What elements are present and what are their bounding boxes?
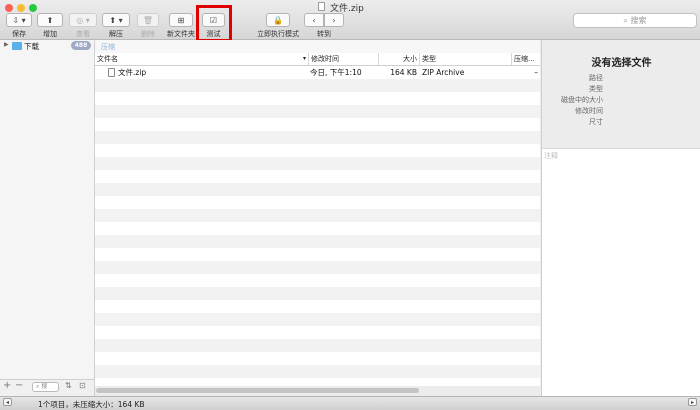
sort-icon[interactable]: ⇅ <box>65 381 72 390</box>
info-field-disk-size: 磁盘中的大小 <box>561 96 603 104</box>
column-title: 文件名 <box>97 55 118 63</box>
back-button[interactable]: ‹ <box>304 13 324 27</box>
save-label: 保存 <box>12 30 26 38</box>
highlight-box <box>196 5 232 42</box>
extract-label: 解压 <box>109 30 123 38</box>
chevron-right-icon: ▸ <box>690 399 694 406</box>
file-size: 164 KB <box>390 68 417 77</box>
path-bar: 压缩 <box>95 40 540 54</box>
column-header-modified[interactable]: 修改时间 <box>309 53 379 65</box>
chevron-left-icon: ‹ <box>312 15 316 25</box>
folder-icon <box>12 42 22 50</box>
chevron-down-icon: ▾ <box>302 55 306 62</box>
file-type: ZIP Archive <box>422 68 465 77</box>
view-button[interactable]: ◎ ▾ <box>69 13 97 27</box>
info-field-path: 路径 <box>589 74 603 82</box>
sidebar <box>0 40 95 380</box>
close-window-button[interactable] <box>5 4 13 12</box>
count-badge: 488 <box>71 41 91 50</box>
sidebar-item-label: 下载 <box>24 42 39 51</box>
file-name: 文件.zip <box>118 68 147 77</box>
zoom-window-button[interactable] <box>29 4 37 12</box>
forward-button[interactable]: › <box>324 13 344 27</box>
settings-icon[interactable]: ⊡ <box>79 381 86 390</box>
path-label: 压缩 <box>101 43 115 51</box>
info-field-type: 类型 <box>589 85 603 93</box>
new-folder-icon: ⊞ <box>177 15 185 25</box>
delete-label: 删除 <box>141 30 155 38</box>
search-icon: ⌕ <box>36 383 40 390</box>
extract-button[interactable]: ⬆ ▾ <box>102 13 130 27</box>
search-icon: ⌕ <box>623 15 631 25</box>
file-list <box>95 66 540 386</box>
eye-icon: ◎ ▾ <box>76 15 90 25</box>
notes-field[interactable]: 注释 <box>541 149 700 396</box>
add-label: 增加 <box>43 30 57 38</box>
new-folder-button[interactable]: ⊞ <box>169 13 193 27</box>
sidebar-search-placeholder: 搜 <box>41 383 48 390</box>
column-header-size[interactable]: 大小 <box>379 53 420 65</box>
status-bar: 1个项目，未压缩大小：164 KB <box>0 396 700 410</box>
column-header-type[interactable]: 类型 <box>420 53 512 65</box>
chevron-left-icon: ◂ <box>5 399 9 406</box>
plus-icon[interactable]: + <box>3 380 11 391</box>
zip-file-icon <box>318 2 325 11</box>
column-header-name[interactable]: 文件名 ▾ <box>95 53 309 65</box>
add-icon: ⬆ <box>46 15 54 25</box>
search-input[interactable]: ⌕ 搜索 <box>573 13 697 28</box>
run-now-button[interactable]: 🔒 <box>266 13 290 27</box>
horizontal-scrollbar[interactable] <box>96 388 419 393</box>
zip-file-icon <box>108 68 115 77</box>
status-text: 1个项目，未压缩大小：164 KB <box>38 400 145 409</box>
run-now-label: 立即执行模式 <box>257 30 299 38</box>
search-placeholder: 搜索 <box>630 16 647 25</box>
minimize-window-button[interactable] <box>17 4 25 12</box>
add-button[interactable]: ⬆ <box>37 13 63 27</box>
info-title: 没有选择文件 <box>591 58 652 69</box>
extract-icon: ⬆ ▾ <box>109 15 123 25</box>
file-compressed: – <box>534 68 538 77</box>
trash-icon: 🗑 <box>142 15 154 25</box>
toggle-sidebar-button[interactable]: ◂ <box>3 398 12 406</box>
chevron-right-icon: › <box>332 15 336 25</box>
minus-icon[interactable]: − <box>15 380 23 391</box>
save-button[interactable]: ⇩ ▾ <box>6 13 32 27</box>
goto-label: 转到 <box>317 30 331 38</box>
sidebar-search-input[interactable]: ⌕ 搜 <box>32 382 59 392</box>
info-field-modified: 修改时间 <box>575 107 603 115</box>
disclosure-triangle-icon[interactable]: ▶ <box>4 41 9 48</box>
new-folder-label: 新文件夹 <box>167 30 195 38</box>
lock-icon: 🔒 <box>273 15 283 25</box>
notes-placeholder: 注释 <box>544 152 558 160</box>
view-label: 查看 <box>76 30 90 38</box>
info-field-dimensions: 尺寸 <box>589 118 603 126</box>
delete-button[interactable]: 🗑 <box>137 13 159 27</box>
toggle-info-button[interactable]: ▸ <box>688 398 697 406</box>
table-header: 文件名 ▾ 修改时间 大小 类型 压缩... <box>95 53 540 66</box>
file-modified: 今日, 下午1:10 <box>310 68 362 77</box>
save-icon: ⇩ ▾ <box>12 15 26 25</box>
column-header-compressed[interactable]: 压缩... <box>512 53 540 65</box>
